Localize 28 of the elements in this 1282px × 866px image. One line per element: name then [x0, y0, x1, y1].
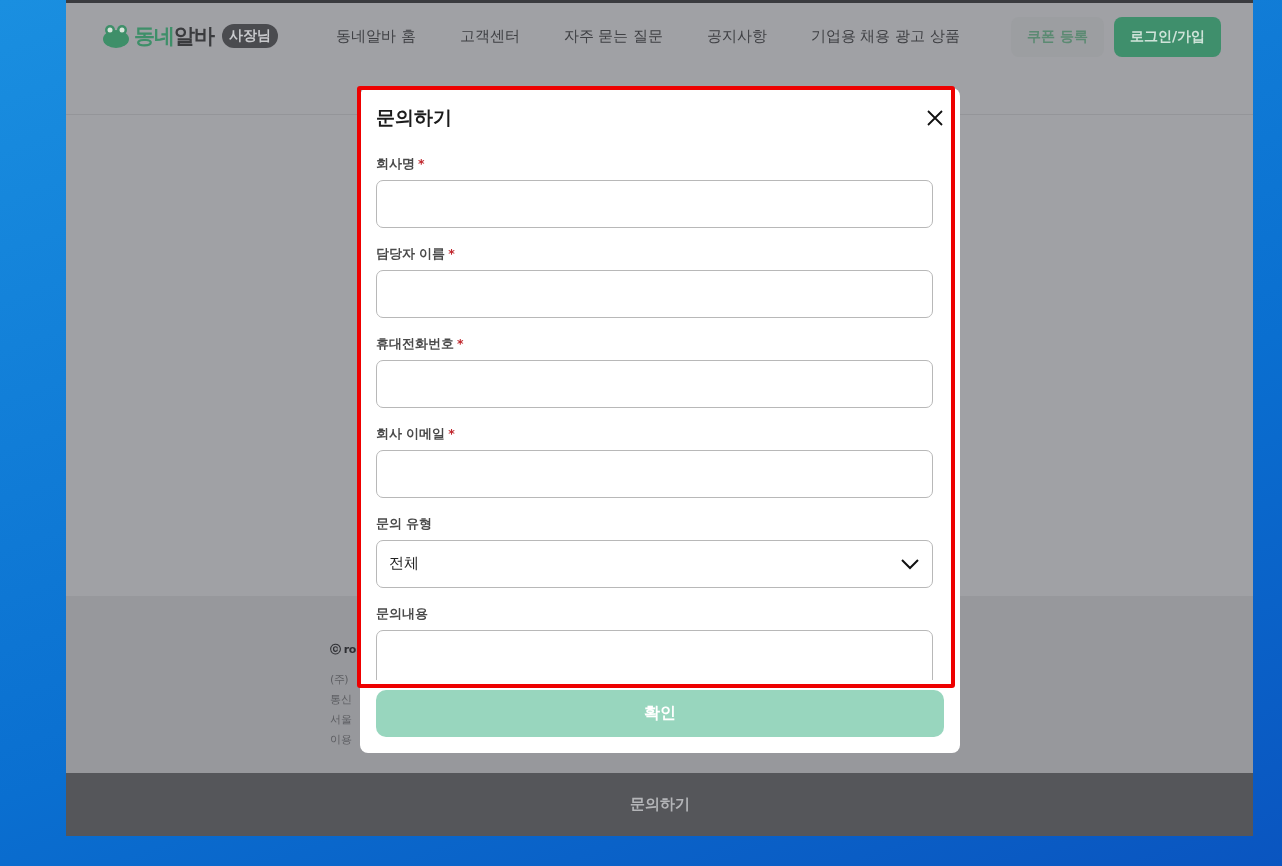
input-field[interactable] — [376, 359, 933, 408]
close-button[interactable] — [926, 109, 944, 128]
frog-logo-icon — [102, 23, 130, 49]
login-button[interactable]: 로그인/가입 — [1113, 17, 1221, 57]
field-label: 회사 이메일 * — [376, 425, 456, 443]
field-label: 휴대전화번호 * — [376, 335, 465, 353]
chevron-down-icon — [900, 557, 920, 570]
nav-link[interactable]: 공지사항 — [706, 26, 767, 46]
inquiry-bar-label[interactable]: 문의하기 — [629, 795, 690, 814]
footer-text: ⓒ ro — [330, 642, 356, 658]
footer-text: 통신 — [330, 692, 351, 708]
footer-text: (주) — [330, 672, 349, 688]
field-label: 문의 유형 — [376, 515, 434, 533]
nav-link[interactable]: 동네알바 홈 — [336, 26, 416, 46]
nav-link[interactable]: 고객센터 — [459, 26, 520, 46]
footer-text: 서울 — [330, 712, 351, 728]
logo-text[interactable]: 동네알바 — [134, 22, 214, 50]
nav-link[interactable]: 자주 묻는 질문 — [563, 26, 663, 46]
field-label: 문의내용 — [376, 605, 429, 623]
dialog-title: 문의하기 — [376, 105, 452, 131]
nav-link[interactable]: 기업용 채용 광고 상품 — [810, 26, 960, 46]
owner-badge: 사장님 — [222, 24, 278, 48]
input-field[interactable] — [376, 269, 933, 318]
field-label: 담당자 이름 * — [376, 245, 456, 263]
field-label: 회사명 * — [376, 155, 426, 173]
input-field[interactable] — [376, 449, 933, 498]
select-field[interactable]: 전체 — [376, 539, 933, 588]
input-field[interactable] — [376, 179, 933, 228]
